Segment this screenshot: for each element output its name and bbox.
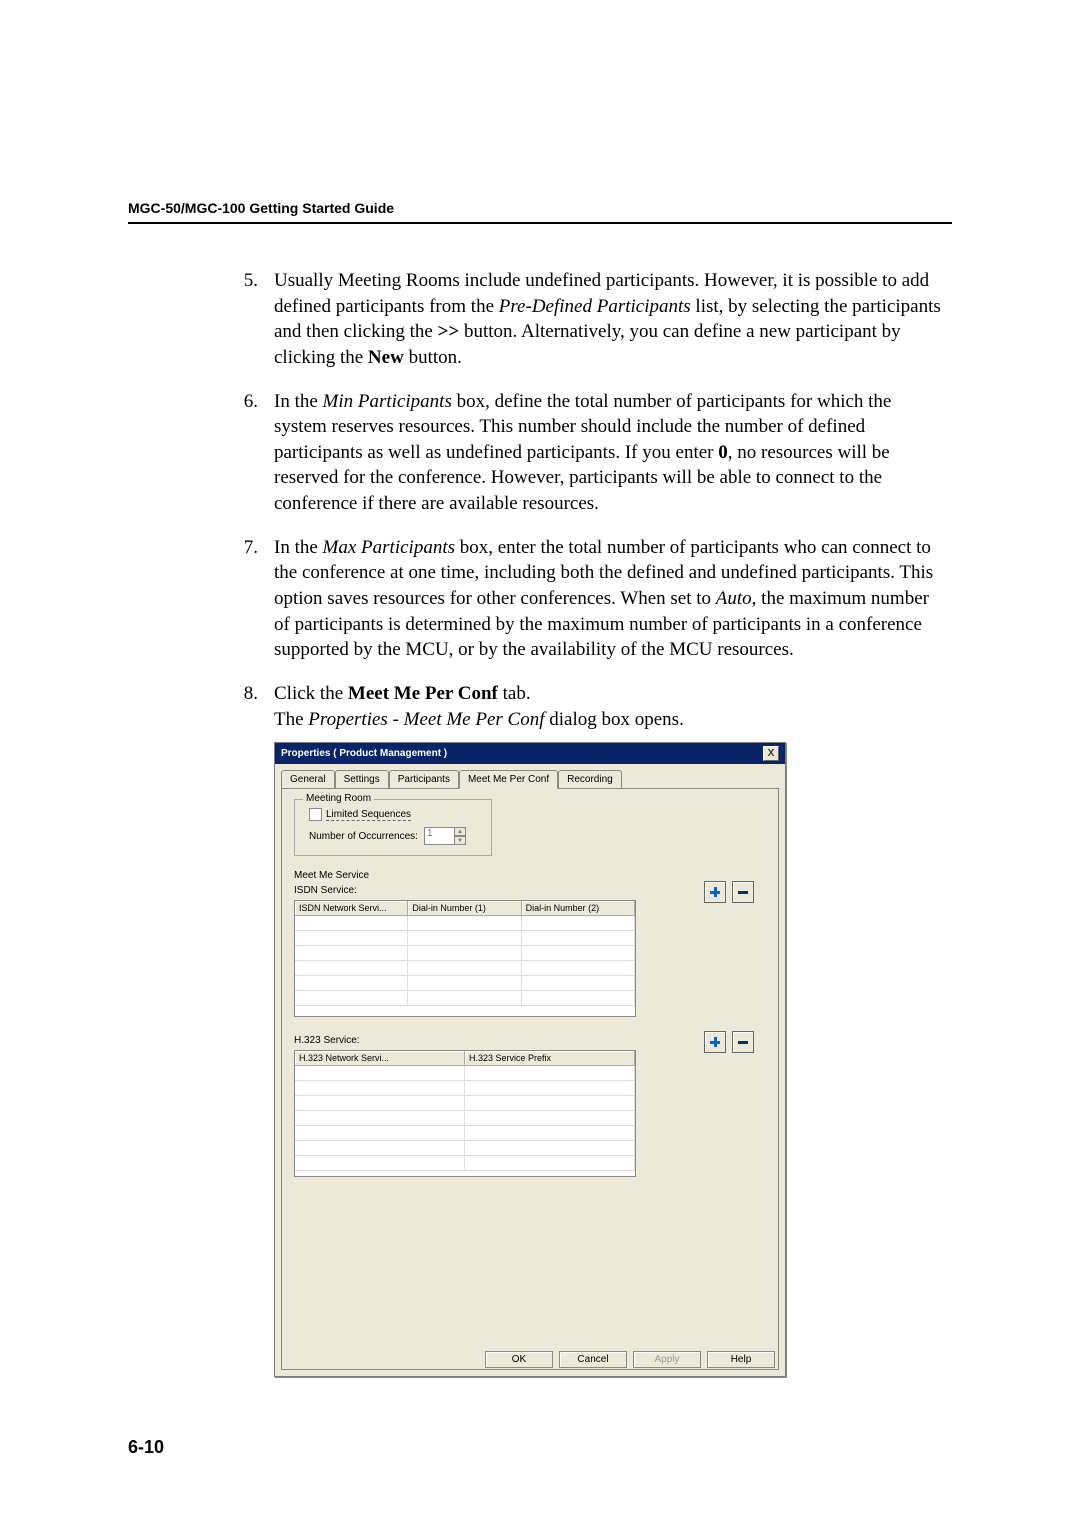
- meeting-room-group: Meeting Room Limited Sequences Number of…: [294, 799, 492, 856]
- h323-add-button[interactable]: [704, 1031, 726, 1053]
- ok-button[interactable]: OK: [485, 1351, 553, 1368]
- step-8-num: 8.: [228, 681, 258, 732]
- close-button[interactable]: X: [763, 746, 779, 761]
- plus-icon: [709, 886, 721, 898]
- meeting-room-label: Meeting Room: [303, 793, 374, 804]
- page-number: 6-10: [128, 1437, 952, 1458]
- isdn-col-3[interactable]: Dial-in Number (2): [522, 901, 635, 915]
- tab-settings[interactable]: Settings: [335, 770, 389, 788]
- step-8: 8. Click the Meet Me Per Conf tab. The P…: [128, 681, 952, 732]
- isdn-col-1[interactable]: ISDN Network Servi...: [295, 901, 408, 915]
- step-5: 5. Usually Meeting Rooms include undefin…: [128, 268, 952, 371]
- num-occurrences-input[interactable]: 1 ▲ ▼: [424, 827, 466, 845]
- plus-icon: [709, 1036, 721, 1048]
- limited-sequences-checkbox[interactable]: [309, 808, 322, 821]
- tab-body: Meeting Room Limited Sequences Number of…: [281, 788, 779, 1370]
- help-button[interactable]: Help: [707, 1351, 775, 1368]
- close-icon: X: [768, 749, 775, 759]
- isdn-add-button[interactable]: [704, 881, 726, 903]
- dialog-titlebar: Properties ( Product Management ) X: [275, 743, 785, 764]
- h323-service-section: H.323 Service:: [294, 1035, 766, 1177]
- num-occurrences-label: Number of Occurrences:: [309, 831, 418, 842]
- header-rule: [128, 222, 952, 224]
- minus-icon: [737, 1036, 749, 1048]
- cancel-button[interactable]: Cancel: [559, 1351, 627, 1368]
- minus-icon: [737, 886, 749, 898]
- step-5-text: Usually Meeting Rooms include undefined …: [274, 268, 952, 371]
- isdn-service-section: ISDN Service:: [294, 885, 766, 1017]
- tab-row: General Settings Participants Meet Me Pe…: [275, 764, 785, 788]
- step-7-text: In the Max Participants box, enter the t…: [274, 535, 952, 663]
- tab-meet-me-per-conf[interactable]: Meet Me Per Conf: [459, 770, 558, 789]
- meet-me-service-label: Meet Me Service: [294, 870, 766, 881]
- doc-header: MGC-50/MGC-100 Getting Started Guide: [128, 200, 952, 216]
- isdn-remove-button[interactable]: [732, 881, 754, 903]
- dialog-title: Properties ( Product Management ): [281, 748, 447, 759]
- dialog-button-row: OK Cancel Apply Help: [485, 1351, 775, 1368]
- h323-col-1[interactable]: H.323 Network Servi...: [295, 1051, 465, 1065]
- isdn-service-label: ISDN Service:: [294, 885, 766, 896]
- step-6-text: In the Min Participants box, define the …: [274, 389, 952, 517]
- step-7-num: 7.: [228, 535, 258, 663]
- tab-participants[interactable]: Participants: [389, 770, 459, 788]
- h323-remove-button[interactable]: [732, 1031, 754, 1053]
- isdn-col-2[interactable]: Dial-in Number (1): [408, 901, 521, 915]
- step-5-num: 5.: [228, 268, 258, 371]
- limited-sequences-label: Limited Sequences: [326, 809, 411, 821]
- step-6: 6. In the Min Participants box, define t…: [128, 389, 952, 517]
- apply-button[interactable]: Apply: [633, 1351, 701, 1368]
- properties-dialog: Properties ( Product Management ) X Gene…: [274, 742, 786, 1377]
- step-7: 7. In the Max Participants box, enter th…: [128, 535, 952, 663]
- step-8-text: Click the Meet Me Per Conf tab. The Prop…: [274, 681, 952, 732]
- h323-grid[interactable]: H.323 Network Servi... H.323 Service Pre…: [294, 1050, 636, 1177]
- step-6-num: 6.: [228, 389, 258, 517]
- h323-service-label: H.323 Service:: [294, 1035, 766, 1046]
- h323-col-2[interactable]: H.323 Service Prefix: [465, 1051, 635, 1065]
- num-occurrences-spinner[interactable]: ▲ ▼: [454, 827, 466, 845]
- spin-up-icon: ▲: [454, 827, 466, 836]
- tab-general[interactable]: General: [281, 770, 335, 788]
- tab-recording[interactable]: Recording: [558, 770, 622, 788]
- spin-down-icon: ▼: [454, 836, 466, 845]
- isdn-grid[interactable]: ISDN Network Servi... Dial-in Number (1)…: [294, 900, 636, 1017]
